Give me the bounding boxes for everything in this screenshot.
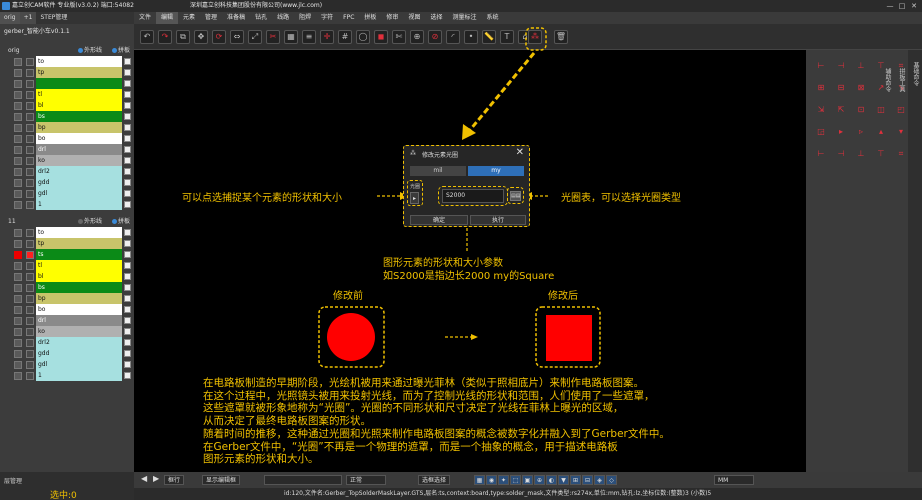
- command-icon[interactable]: ⇱: [834, 104, 848, 116]
- command-icon[interactable]: ⇲: [814, 104, 828, 116]
- command-icon[interactable]: ▹: [854, 126, 868, 138]
- bottom-tool-icon[interactable]: ◉: [486, 475, 497, 485]
- label-after: 修改后: [548, 291, 578, 302]
- unit-my-button[interactable]: my: [468, 166, 524, 176]
- aperture-table-button[interactable]: ▤▤: [510, 191, 521, 201]
- annotation-aperture-table: 光圈表，可以选择光圈类型: [561, 193, 681, 204]
- bottom-tool-icon[interactable]: ⊟: [582, 475, 593, 485]
- command-icon[interactable]: ▾: [894, 126, 908, 138]
- change-aperture-dialog: ⁂ 修改元素光圈 ✕ mil my 光圈 ▸ S2000 ▤▤ 确定 执行: [403, 145, 530, 227]
- before-after-arrow-head: [471, 334, 478, 340]
- pick-shape-button[interactable]: ▸: [410, 192, 419, 204]
- mode-select[interactable]: 框行: [164, 475, 185, 485]
- unit-mil-button[interactable]: mil: [410, 166, 466, 176]
- explanation-paragraph: 在电路板制造的早期阶段，光绘机被用来通过曝光菲林（类似于照相底片）来制作电路板图…: [203, 377, 783, 466]
- square-pad-shape: [546, 315, 592, 361]
- bottom-tool-icon[interactable]: ◈: [594, 475, 605, 485]
- app-window: { "window": { "title": "嘉立创CAM软件 专业版(v3.…: [0, 0, 922, 500]
- command-icon[interactable]: ⊟: [834, 82, 848, 94]
- bottom-tool-icon[interactable]: ▼: [558, 475, 569, 485]
- shape-select[interactable]: 正常: [346, 475, 386, 485]
- bottom-tool-icon[interactable]: ⬚: [510, 475, 521, 485]
- paragraph-line: 图形元素的形状和大小。: [203, 453, 319, 466]
- command-icon[interactable]: ⊢: [814, 60, 828, 72]
- paragraph-line: 这些遮罩就被形象地称为“光圈”。光圈的不同形状和尺寸决定了光线在菲林上曝光的区域…: [203, 402, 624, 415]
- paragraph-line: 从而决定了最终电路板图案的形状。: [203, 415, 371, 428]
- status-bar: id:120,文件名:Gerber_TopSolderMaskLayer.GTS…: [134, 488, 922, 500]
- command-icon[interactable]: ⊡: [854, 104, 868, 116]
- run-button[interactable]: 执行: [470, 215, 526, 225]
- annotation-pick-shape: 可以点选捕捉某个元素的形状和大小: [182, 193, 342, 204]
- aperture-size-input[interactable]: S2000: [442, 189, 504, 203]
- bottom-tool-icon[interactable]: ◇: [606, 475, 617, 485]
- dialog-close-icon[interactable]: ✕: [516, 147, 524, 158]
- bottom-tool-icon[interactable]: ✦: [498, 475, 509, 485]
- command-input[interactable]: [264, 475, 342, 485]
- right-sidebar-tabs: 基础命令 拼板工具 辅助命令: [884, 50, 922, 472]
- shape-label: 光圈: [410, 184, 421, 190]
- paragraph-line: 在Gerber文件中，“光圈”不再是一个物理的遮罩，而是一个抽象的概念，用于描述…: [203, 440, 618, 453]
- command-icon[interactable]: ◰: [894, 104, 908, 116]
- command-icon[interactable]: ⌗: [894, 148, 908, 160]
- command-panel: ⊢ ⊣ ⊥ ⊤ ⌗ ⊞ ⊟ ⊠ ↗ ↘ ⇲ ⇱ ⊡ ◫ ◰ ◲ ▸ ▹ ▴ ▾ ⊢ ⊣ ⊥ ⊤ ⌗: [806, 50, 908, 472]
- command-icon[interactable]: ◲: [814, 126, 828, 138]
- toolbar-to-dialog-arrow: [468, 52, 536, 131]
- display-edit-box-button[interactable]: 显示编辑框: [202, 475, 241, 485]
- command-icon[interactable]: ⊣: [834, 148, 848, 160]
- command-icon[interactable]: ◫: [874, 104, 888, 116]
- command-icon[interactable]: ⊢: [814, 148, 828, 160]
- bottom-tool-icon[interactable]: ▣: [522, 475, 533, 485]
- bottom-tool-icon[interactable]: ⊞: [570, 475, 581, 485]
- bottom-tool-icon[interactable]: ⊕: [534, 475, 545, 485]
- command-icon[interactable]: ▴: [874, 126, 888, 138]
- label-before: 修改前: [333, 291, 363, 302]
- command-icon[interactable]: ⊞: [814, 82, 828, 94]
- round-pad-shape: [327, 313, 375, 361]
- command-icon[interactable]: ⊥: [854, 148, 868, 160]
- tab-panel-tools[interactable]: 拼板工具: [894, 60, 908, 100]
- dialog-icon: ⁂: [410, 150, 416, 157]
- command-icon[interactable]: ⊤: [874, 148, 888, 160]
- bottom-tool-icon[interactable]: ◐: [546, 475, 557, 485]
- bottom-tool-icon[interactable]: ▦: [474, 475, 485, 485]
- select-box-button[interactable]: 选框选择: [418, 475, 451, 485]
- tab-aux-commands[interactable]: 辅助命令: [880, 60, 894, 100]
- bottom-toolbar: ◀ ▶ 框行 显示编辑框 正常 选框选择 ▦ ◉ ✦ ⬚ ▣ ⊕ ◐ ▼ ⊞ ⊟ ◈ ◇ MM: [134, 472, 922, 488]
- command-icon[interactable]: ▸: [834, 126, 848, 138]
- next-icon[interactable]: ▶: [150, 474, 162, 484]
- paragraph-line: 在电路板制造的早期阶段，光绘机被用来通过曝光菲林（类似于照相底片）来制作电路板图…: [203, 377, 644, 389]
- command-icon[interactable]: ⊣: [834, 60, 848, 72]
- command-icon[interactable]: ⊠: [854, 82, 868, 94]
- prev-icon[interactable]: ◀: [138, 474, 150, 484]
- command-icon[interactable]: ⊥: [854, 60, 868, 72]
- dialog-title: 修改元素光圈: [422, 152, 459, 159]
- toolbar-highlight: [525, 27, 547, 51]
- tab-basic-commands[interactable]: 基础命令: [908, 54, 922, 94]
- unit-select[interactable]: MM: [714, 475, 754, 485]
- paragraph-line: 随着时间的推移，这种通过光圈和光照来制作电路板图案的概念被数字化并融入到了Ger…: [203, 427, 670, 440]
- annotation-size-line2: 如S2000是指边长2000 my的Square: [383, 271, 555, 282]
- paragraph-line: 在这个过程中，光照镜头被用来投射光线，而为了控制光线的形状和范围，人们使用了一些…: [203, 389, 655, 402]
- ok-button[interactable]: 确定: [410, 215, 468, 225]
